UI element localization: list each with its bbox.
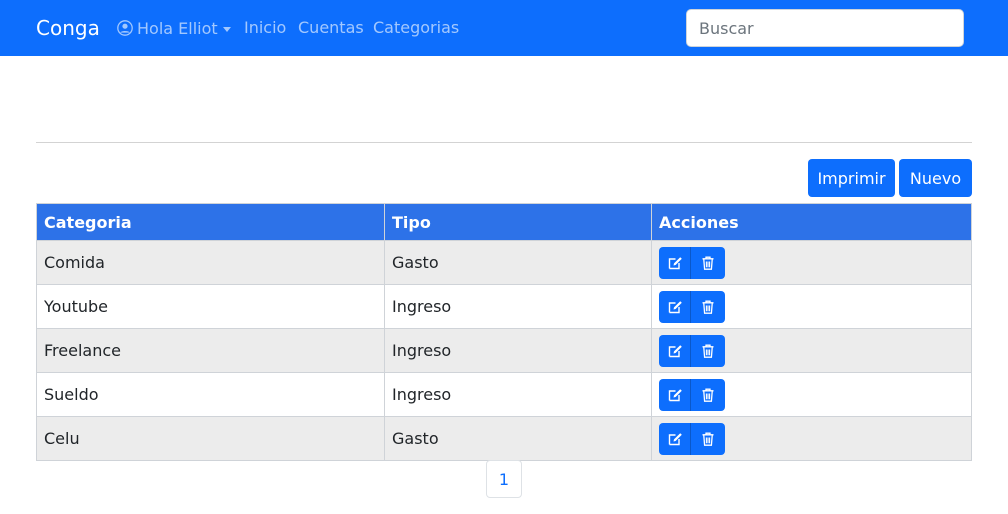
table-row: Freelance Ingreso [36,328,972,373]
cell-tipo: Gasto [384,240,652,285]
brand-logo[interactable]: Conga [36,15,100,41]
cell-acciones [651,328,972,373]
cell-tipo: Ingreso [384,284,652,329]
table-row: Comida Gasto [36,240,972,285]
trash-icon [700,255,716,271]
table-row: Celu Gasto [36,416,972,461]
cell-tipo: Ingreso [384,328,652,373]
row-actions [659,246,964,279]
table-body: Comida Gasto Youtube Ingreso Freelance Ingres… [36,240,972,461]
nav-link-inicio[interactable]: Inicio [244,18,286,38]
cell-tipo: Ingreso [384,372,652,417]
edit-button[interactable] [659,334,691,367]
trash-icon [700,299,716,315]
cell-acciones [651,240,972,285]
cell-acciones [651,284,972,329]
delete-button[interactable] [691,378,725,411]
print-button[interactable]: Imprimir [808,159,895,197]
delete-button[interactable] [691,290,725,323]
user-circle-icon [117,20,133,36]
edit-icon [667,431,683,447]
cell-categoria: Celu [36,416,385,461]
row-actions [659,334,964,367]
divider [36,142,972,143]
new-button[interactable]: Nuevo [899,159,972,197]
table-header-row: Categoria Tipo Acciones [36,203,972,241]
edit-button[interactable] [659,290,691,323]
edit-icon [667,255,683,271]
cell-categoria: Comida [36,240,385,285]
edit-icon [667,343,683,359]
cell-acciones [651,416,972,461]
column-header-tipo: Tipo [384,203,652,241]
user-dropdown-label: Hola Elliot [137,18,218,38]
row-actions [659,422,964,455]
delete-button[interactable] [691,422,725,455]
edit-icon [667,387,683,403]
table-row: Sueldo Ingreso [36,372,972,417]
trash-icon [700,431,716,447]
user-dropdown[interactable]: Hola Elliot [117,18,231,38]
cell-tipo: Gasto [384,416,652,461]
column-header-acciones: Acciones [651,203,972,241]
edit-button[interactable] [659,378,691,411]
nav-link-cuentas[interactable]: Cuentas [298,18,364,38]
table-row: Youtube Ingreso [36,284,972,329]
caret-down-icon [222,26,231,32]
top-navbar: Conga Hola Elliot Inicio Cuentas Categor… [0,0,1008,56]
delete-button[interactable] [691,246,725,279]
row-actions [659,290,964,323]
row-actions [659,378,964,411]
categories-table: Categoria Tipo Acciones Comida Gasto Youtu… [36,203,972,461]
cell-acciones [651,372,972,417]
edit-icon [667,299,683,315]
search-input[interactable] [686,9,964,47]
edit-button[interactable] [659,422,691,455]
delete-button[interactable] [691,334,725,367]
cell-categoria: Sueldo [36,372,385,417]
trash-icon [700,387,716,403]
trash-icon [700,343,716,359]
nav-link-categorias[interactable]: Categorias [373,18,459,38]
cell-categoria: Freelance [36,328,385,373]
pagination-page-1[interactable]: 1 [486,460,522,498]
edit-button[interactable] [659,246,691,279]
column-header-categoria: Categoria [36,203,385,241]
cell-categoria: Youtube [36,284,385,329]
